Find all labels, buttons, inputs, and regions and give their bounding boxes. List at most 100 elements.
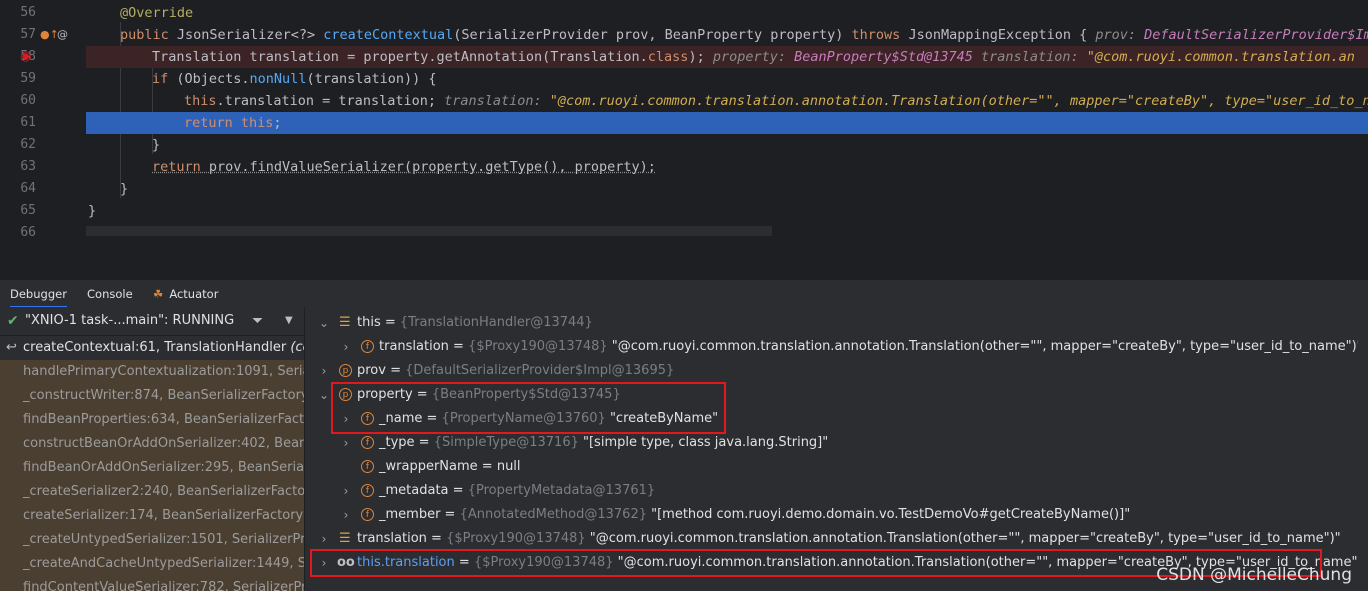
code-line[interactable]: } — [86, 178, 1368, 200]
frame-class: BeanSe — [274, 436, 304, 451]
stack-frame[interactable]: findBeanProperties:634, BeanSerializerFa… — [0, 408, 304, 432]
variable-name: _metadata — [379, 483, 449, 498]
stack-frame[interactable]: findBeanOrAddOnSerializer:295, BeanSeria… — [0, 456, 304, 480]
line-number: 56 — [20, 5, 36, 20]
tab-console[interactable]: Console — [87, 280, 133, 308]
stack-frame[interactable]: _constructWriter:874, BeanSerializerFact… — [0, 384, 304, 408]
variable-row[interactable]: › f translation = {$Proxy190@13748} "@com.… — [305, 335, 1368, 359]
horizontal-scrollbar[interactable] — [86, 226, 772, 236]
stack-frame[interactable]: handlePrimaryContextualization:1091, Ser… — [0, 360, 304, 384]
code-line[interactable]: if (Objects.nonNull(translation)) { — [86, 68, 1368, 90]
tab-actuator[interactable]: ☘ Actuator — [153, 280, 218, 308]
code-token: this — [240, 115, 274, 131]
variable-row[interactable]: › ☰ translation = {$Proxy190@13748} "@com.… — [305, 527, 1368, 551]
breakpoint-icon[interactable]: ◉ — [20, 46, 31, 68]
line-number-gutter[interactable]: 56 57 58 59 60 61 62 63 64 65 66 ●↑ @ ◉ — [0, 0, 86, 238]
code-token: nonNull — [249, 71, 307, 87]
frame-class: BeanSerializerFactory — [162, 508, 304, 523]
frame-package: (co — [303, 508, 304, 523]
code-token: Translation translation = property.getAn… — [152, 49, 648, 65]
code-token: ); — [688, 49, 713, 65]
code-token: class — [647, 49, 689, 65]
code-line[interactable]: } — [86, 200, 1368, 222]
code-token: } — [152, 137, 161, 153]
frame-class: TranslationHandler — [164, 340, 287, 355]
variable-name: _wrapperName — [379, 459, 478, 474]
local-variable-icon: ☰ — [339, 531, 351, 546]
chevron-down-icon[interactable]: ⌄ — [319, 311, 329, 335]
variable-row[interactable]: › f _member = {AnnotatedMethod@13762} "[me… — [305, 503, 1368, 527]
variable-ref: {PropertyMetadata@13761} — [467, 483, 656, 498]
actuator-icon: ☘ — [153, 287, 164, 301]
code-line[interactable]: @Override — [86, 2, 1368, 24]
chevron-down-icon[interactable]: ▼ — [285, 307, 293, 335]
filter-icon[interactable]: ⏷ — [252, 307, 263, 335]
frame-method: _createSerializer2:240, — [23, 484, 178, 499]
variable-row[interactable]: ⌄ ☰ this = {TranslationHandler@13744} — [305, 311, 1368, 335]
stack-frame[interactable]: _createUntypedSerializer:1501, Serialize… — [0, 528, 304, 552]
chevron-right-icon[interactable]: › — [341, 431, 351, 455]
code-token: translation: — [981, 49, 1087, 65]
parameter-icon: p — [339, 364, 352, 377]
variable-ref: {DefaultSerializerProvider$Impl@13695} — [405, 363, 675, 378]
chevron-down-icon[interactable]: ⌄ — [319, 383, 329, 407]
variable-row[interactable]: › f _metadata = {PropertyMetadata@13761} — [305, 479, 1368, 503]
annotation-marker-icon[interactable]: @ — [57, 24, 68, 46]
local-variable-icon: ☰ — [339, 315, 351, 330]
code-token: @Override — [120, 5, 194, 21]
frame-method: findContentValueSerializer:782, — [23, 580, 233, 591]
code-token: BeanProperty$Std@13745 — [794, 49, 982, 65]
stack-frame[interactable]: ↩ createContextual:61, TranslationHandler… — [0, 336, 304, 360]
frame-class: Seria — [298, 556, 304, 571]
stack-frame[interactable]: _createAndCacheUntypedSerializer:1449, S… — [0, 552, 304, 576]
line-number: 57 — [20, 27, 36, 42]
chevron-right-icon[interactable]: › — [341, 335, 351, 359]
vertical-scrollbar[interactable] — [1358, 307, 1368, 591]
check-icon: ✔ — [7, 313, 19, 329]
stack-frame[interactable]: createSerializer:174, BeanSerializerFact… — [0, 504, 304, 528]
variable-row[interactable]: › f _type = {SimpleType@13716} "[simple ty… — [305, 431, 1368, 455]
frame-method: _createUntypedSerializer:1501, — [23, 532, 232, 547]
variable-ref: {TranslationHandler@13744} — [399, 315, 593, 330]
stack-frame[interactable]: findContentValueSerializer:782, Serializ… — [0, 576, 304, 591]
code-line[interactable]: return prov.findValueSerializer(property… — [86, 156, 1368, 178]
code-token: DefaultSerializerProvider$Impl — [1144, 27, 1368, 43]
code-token: JsonSerializer<?> — [176, 27, 324, 43]
chevron-right-icon[interactable]: › — [319, 527, 329, 551]
tab-debugger[interactable]: Debugger — [10, 280, 67, 308]
variable-name: _type — [379, 435, 415, 450]
variable-ref: {AnnotatedMethod@13762} — [459, 507, 647, 522]
field-icon: f — [361, 436, 374, 449]
code-line-breakpoint[interactable]: Translation translation = property.getAn… — [86, 46, 1368, 68]
code-token: throws — [851, 27, 909, 43]
variable-name: prov — [357, 363, 386, 378]
code-line[interactable]: this.translation = translation; translat… — [86, 90, 1368, 112]
code-editor[interactable]: 56 57 58 59 60 61 62 63 64 65 66 ●↑ @ ◉ … — [0, 0, 1368, 238]
override-marker-icon[interactable]: ●↑ — [40, 24, 59, 46]
code-token: translation: — [444, 93, 550, 109]
variable-value: "[method com.ruoyi.demo.domain.vo.TestDe… — [646, 507, 1131, 522]
chevron-right-icon[interactable]: › — [341, 503, 351, 527]
chevron-right-icon[interactable]: › — [341, 479, 351, 503]
line-number: 64 — [20, 181, 36, 196]
frame-class: SerializerProvic — [231, 532, 304, 547]
code-line[interactable]: } — [86, 134, 1368, 156]
thread-selector[interactable]: ✔ "XNIO-1 task-...main": RUNNING ⏷ ▼ — [0, 307, 304, 336]
chevron-right-icon[interactable]: › — [319, 359, 329, 383]
variable-row[interactable]: › p prov = {DefaultSerializerProvider$Impl… — [305, 359, 1368, 383]
frame-method: constructBeanOrAddOnSerializer:402, — [23, 436, 275, 451]
current-frame-icon: ↩ — [6, 340, 17, 355]
variable-ref: {$Proxy190@13748} — [468, 339, 608, 354]
frame-class: SerializerProvi — [232, 580, 304, 591]
code-line-current[interactable]: return this; — [86, 112, 1368, 134]
frame-method: createSerializer:174, — [23, 508, 163, 523]
code-token: prov.findValueSerializer(property.getTyp… — [208, 159, 656, 175]
code-token: ; — [273, 115, 282, 131]
stack-frame[interactable]: constructBeanOrAddOnSerializer:402, Bean… — [0, 432, 304, 456]
variable-row[interactable]: f _wrapperName = null — [305, 455, 1368, 479]
code-line[interactable]: public JsonSerializer<?> createContextua… — [86, 24, 1368, 46]
variable-name: translation — [357, 531, 427, 546]
code-token: return — [152, 159, 209, 175]
stack-frame[interactable]: _createSerializer2:240, BeanSerializerFa… — [0, 480, 304, 504]
frame-method: findBeanOrAddOnSerializer:295, — [23, 460, 238, 475]
